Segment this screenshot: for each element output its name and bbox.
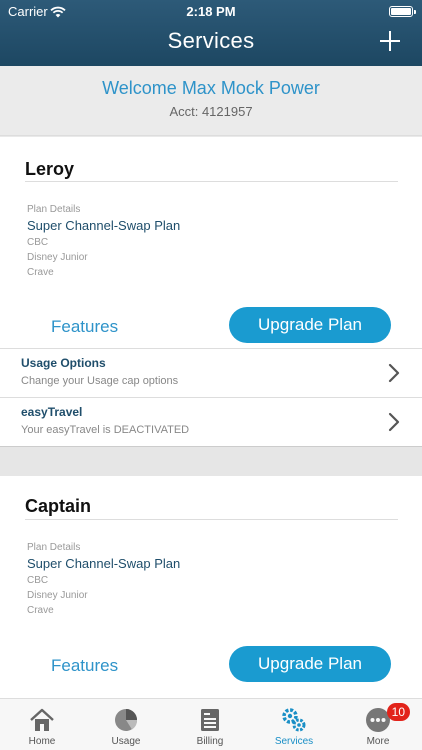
add-icon[interactable] — [380, 31, 400, 51]
features-link[interactable]: Features — [51, 317, 118, 337]
service-card: Captain Plan Details Super Channel-Swap … — [0, 476, 422, 698]
row-subtitle: Your easyTravel is DEACTIVATED — [21, 424, 190, 436]
channel-item: Disney Junior — [27, 590, 88, 601]
tab-more[interactable]: 10 More — [336, 699, 420, 750]
page-title: Services — [167, 28, 255, 53]
features-link[interactable]: Features — [51, 656, 118, 676]
channel-item: CBC — [27, 237, 49, 248]
welcome-banner: Welcome Max Mock Power Acct: 4121957 — [0, 66, 422, 136]
tab-label: Services — [274, 736, 314, 747]
account-number: Acct: 4121957 — [169, 104, 253, 119]
usage-options-row[interactable]: Usage Options Change your Usage cap opti… — [0, 348, 422, 397]
welcome-greeting: Welcome Max Mock Power — [102, 78, 320, 98]
channel-item: Disney Junior — [27, 252, 88, 263]
tab-home[interactable]: Home — [0, 699, 84, 750]
nav-header: Carrier 2:18 PM Services — [0, 0, 422, 66]
chevron-right-icon — [388, 363, 400, 383]
tab-label: Billing — [196, 736, 224, 747]
tab-label: Usage — [111, 736, 141, 747]
tab-label: Home — [28, 736, 56, 747]
notification-badge: 10 — [386, 703, 410, 721]
divider — [25, 181, 398, 182]
row-title: easyTravel — [21, 405, 83, 419]
row-subtitle: Change your Usage cap options — [21, 375, 179, 387]
bill-icon — [201, 709, 219, 731]
channel-item: Crave — [27, 605, 54, 616]
service-name: Leroy — [25, 159, 75, 179]
service-card: Leroy Plan Details Super Channel-Swap Pl… — [0, 137, 422, 446]
plan-caption: Plan Details — [27, 204, 81, 215]
plan-name: Super Channel-Swap Plan — [27, 556, 181, 571]
tab-label: More — [366, 736, 390, 747]
status-time: 2:18 PM — [186, 4, 236, 19]
tab-usage[interactable]: Usage — [84, 699, 168, 750]
tab-bar: Home Usage Billing Services 10 More — [0, 698, 422, 750]
upgrade-plan-button[interactable]: Upgrade Plan — [229, 307, 391, 343]
home-icon — [30, 708, 54, 731]
chevron-right-icon — [388, 412, 400, 432]
status-bar: Carrier 2:18 PM — [0, 4, 422, 20]
tab-services[interactable]: Services — [252, 699, 336, 750]
row-title: Usage Options — [21, 356, 106, 370]
easytravel-row[interactable]: easyTravel Your easyTravel is DEACTIVATE… — [0, 397, 422, 446]
plan-name: Super Channel-Swap Plan — [27, 218, 181, 233]
channel-item: CBC — [27, 575, 49, 586]
plan-caption: Plan Details — [27, 542, 81, 553]
section-gap — [0, 446, 422, 476]
pie-chart-icon — [115, 709, 138, 731]
battery-tip — [414, 10, 416, 14]
battery-icon — [389, 6, 413, 17]
service-name: Captain — [25, 496, 92, 516]
upgrade-plan-button[interactable]: Upgrade Plan — [229, 646, 391, 682]
divider — [25, 519, 398, 520]
gears-icon — [282, 708, 306, 732]
channel-item: Crave — [27, 267, 54, 278]
tab-billing[interactable]: Billing — [168, 699, 252, 750]
